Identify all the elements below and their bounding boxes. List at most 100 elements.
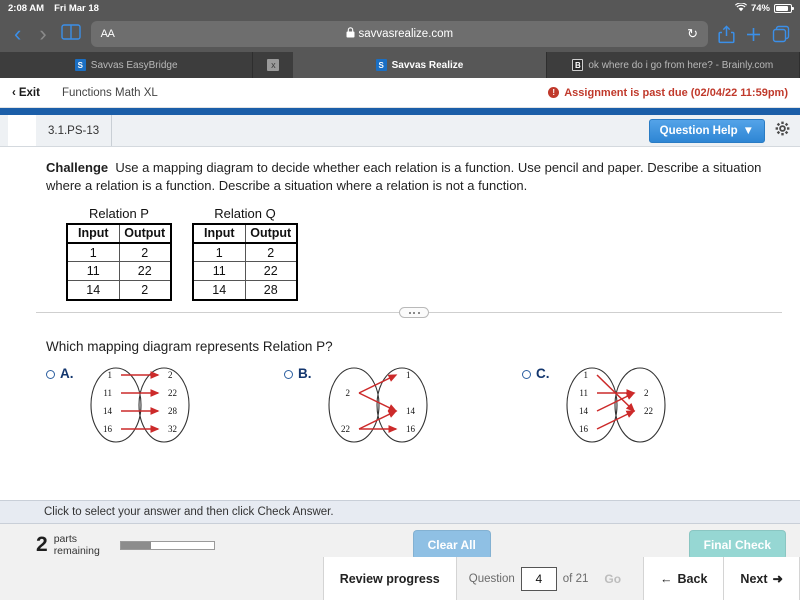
question-jump-group: Question of 21 Go [455, 557, 644, 600]
challenge-body: Use a mapping diagram to decide whether … [46, 160, 762, 194]
caret-down-icon: ▼ [742, 124, 754, 137]
relation-q-caption: Relation Q [214, 205, 276, 221]
relation-p-table: Input Output 1 2 11 22 14 2 [66, 222, 172, 301]
exit-label: Exit [18, 86, 40, 99]
question-work-area: Challenge Use a mapping diagram to decid… [0, 147, 800, 500]
cell-input: 1 [192, 242, 246, 263]
reload-icon[interactable]: ↻ [687, 26, 698, 42]
answer-choice-b[interactable]: B. 2 22 1 14 16 [284, 366, 522, 444]
cell-input: 14 [192, 280, 246, 301]
ios-status-bar: 2:08 AM Fri Mar 18 74% [0, 0, 800, 16]
table-row: 11 22 [192, 261, 298, 282]
svg-text:16: 16 [103, 424, 113, 434]
cell-input: 11 [66, 261, 120, 282]
back-icon[interactable]: ‹ [10, 23, 25, 45]
close-icon[interactable]: x [267, 59, 280, 71]
svg-text:16: 16 [579, 424, 589, 434]
browser-tab-savvas-realize[interactable]: S Savvas Realize [293, 52, 547, 78]
past-due-alert: ! Assignment is past due (02/04/22 11:59… [548, 87, 788, 99]
table-header-row: Input Output [192, 223, 298, 244]
clear-all-button[interactable]: Clear All [412, 530, 491, 560]
mapping-diagram-c[interactable]: 1 11 14 16 2 22 [556, 366, 676, 444]
table-row: 1 2 [192, 242, 298, 263]
svg-text:1: 1 [406, 370, 411, 380]
progress-bar [119, 540, 215, 550]
arrow-right-icon: ➜ [772, 572, 783, 586]
svg-text:32: 32 [168, 424, 177, 434]
review-progress-button[interactable]: Review progress [322, 557, 456, 600]
parts-label-line2: remaining [53, 545, 100, 557]
cell-output: 22 [244, 261, 298, 282]
svg-text:11: 11 [579, 388, 588, 398]
relation-q-table: Input Output 1 2 11 22 14 28 [192, 222, 298, 301]
mapping-diagram-a[interactable]: 1 11 14 16 2 22 28 32 [80, 366, 200, 444]
challenge-text: Challenge Use a mapping diagram to decid… [28, 159, 800, 196]
svg-text:14: 14 [579, 406, 589, 416]
svg-text:22: 22 [341, 424, 350, 434]
svg-text:1: 1 [583, 370, 588, 380]
share-icon[interactable] [718, 24, 735, 44]
browser-tab-title: ok where do i go from here? - Brainly.co… [588, 59, 774, 71]
browser-tab-strip: S Savvas EasyBridge x S Savvas Realize B… [0, 52, 800, 78]
savvas-favicon: S [74, 59, 86, 71]
url-text: savvasrealize.com [358, 28, 454, 40]
table-header-row: Input Output [66, 223, 172, 244]
mapping-diagram-b[interactable]: 2 22 1 14 16 [318, 366, 438, 444]
browser-tab-title: Savvas EasyBridge [90, 59, 178, 71]
battery-icon [774, 3, 794, 13]
question-number-input[interactable] [520, 566, 557, 591]
svg-text:1: 1 [107, 370, 112, 380]
next-button[interactable]: Next ➜ [723, 557, 800, 600]
cell-input: 11 [192, 261, 246, 282]
exit-button[interactable]: ‹ Exit [12, 87, 40, 99]
answer-choice-a[interactable]: A. 1 11 14 16 2 22 28 32 [46, 366, 284, 444]
relation-p-table-wrap: Relation P Input Output 1 2 11 22 14 2 [66, 206, 172, 301]
final-check-button[interactable]: Final Check [688, 530, 786, 560]
battery-percent-label: 74% [750, 2, 770, 14]
bottom-navigation-bar: Review progress Question of 21 Go ← Back… [0, 557, 800, 600]
svg-text:14: 14 [406, 406, 416, 416]
question-help-label: Question Help [659, 124, 738, 137]
cell-input: 14 [66, 280, 120, 301]
question-label: Question [468, 572, 515, 585]
table-row: 1 2 [66, 242, 172, 263]
cell-output: 2 [118, 280, 172, 301]
radio-button-b[interactable] [284, 369, 293, 379]
wifi-icon [734, 1, 747, 14]
answer-choices: A. 1 11 14 16 2 22 28 32 B. 2 22 1 14 16 C. 1 11 14 16… [28, 354, 800, 444]
relation-tables: Relation P Input Output 1 2 11 22 14 2 R… [28, 196, 800, 301]
radio-button-a[interactable] [46, 369, 55, 379]
cell-output: 28 [244, 280, 298, 301]
go-button[interactable]: Go [594, 572, 631, 586]
ipad-safari-window: 2:08 AM Fri Mar 18 74% ‹ › AA savvasreal… [0, 0, 800, 600]
gear-icon[interactable] [775, 121, 790, 140]
challenge-label: Challenge [46, 160, 109, 175]
tabs-icon[interactable] [772, 25, 790, 43]
panel-divider[interactable] [28, 307, 800, 318]
toolbar-left-spacer [8, 115, 36, 146]
header-accent-rule [0, 108, 800, 115]
book-icon[interactable] [60, 23, 81, 45]
brainly-favicon: B [572, 59, 584, 71]
browser-tab-brainly[interactable]: B ok where do i go from here? - Brainly.… [547, 52, 800, 78]
forward-icon: › [39, 21, 47, 46]
table-row: 14 2 [66, 280, 172, 301]
answer-choice-c[interactable]: C. 1 11 14 16 2 22 [522, 366, 760, 444]
address-bar[interactable]: AA savvasrealize.com ↻ [90, 21, 708, 47]
text-size-button[interactable]: AA [101, 28, 115, 40]
instruction-strip: Click to select your answer and then cli… [0, 500, 800, 524]
browser-tab-close-button[interactable]: x [253, 52, 293, 78]
back-button[interactable]: ← Back [643, 557, 724, 600]
radio-button-c[interactable] [522, 369, 531, 379]
question-help-button[interactable]: Question Help ▼ [648, 118, 765, 143]
browser-tab-savvas-easybridge[interactable]: S Savvas EasyBridge [0, 52, 254, 78]
choice-letter-b: B. [298, 365, 312, 381]
safari-toolbar: ‹ › AA savvasrealize.com ↻ [0, 16, 800, 52]
drag-handle-icon[interactable] [399, 307, 429, 318]
plus-icon[interactable] [745, 26, 762, 43]
svg-text:22: 22 [644, 406, 653, 416]
column-header-output: Output [244, 223, 298, 244]
savvas-favicon: S [375, 59, 387, 71]
svg-text:11: 11 [103, 388, 112, 398]
back-label: Back [677, 571, 708, 586]
